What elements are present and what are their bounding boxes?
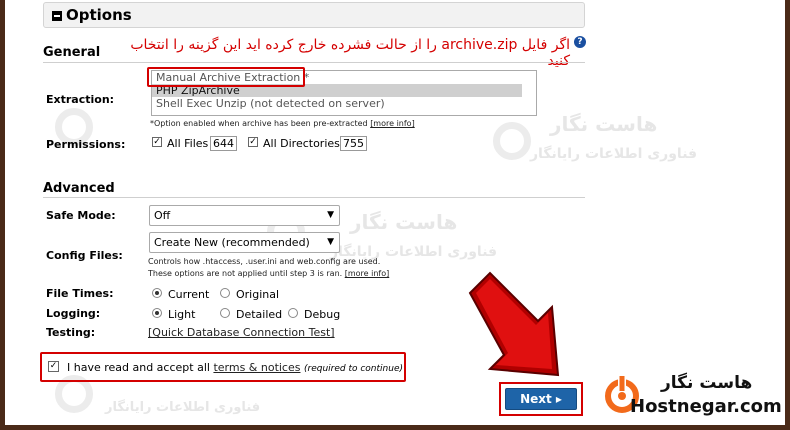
testing-label: Testing: xyxy=(46,326,96,339)
all-directories-label: All Directories xyxy=(263,137,340,150)
next-button-highlight: Next ▸ xyxy=(499,382,583,416)
safe-mode-select[interactable]: Off ▼ xyxy=(149,205,340,226)
config-files-select[interactable]: Create New (recommended) ▼ xyxy=(149,232,340,253)
config-files-note1: Controls how .htaccess, .user.ini and we… xyxy=(148,257,381,266)
advanced-heading: Advanced xyxy=(43,181,115,196)
config-files-value: Create New (recommended) xyxy=(154,236,310,249)
next-button-label: Next xyxy=(520,392,552,406)
brand-name-fa: هاست نگار xyxy=(661,373,753,393)
accept-terms-checkbox[interactable]: ✓ xyxy=(48,361,59,372)
terms-notices-link[interactable]: terms & notices xyxy=(213,361,300,374)
persian-instruction-note: اگر فایل archive.zip را از حالت فشرده خا… xyxy=(130,37,570,69)
file-times-original-label: Original xyxy=(236,288,280,301)
safe-mode-value: Off xyxy=(154,209,171,222)
extraction-option[interactable]: Shell Exec Unzip (not detected on server… xyxy=(152,97,536,110)
config-files-label: Config Files: xyxy=(46,249,123,262)
general-heading: General xyxy=(43,45,101,60)
extraction-note: *Option enabled when archive has been pr… xyxy=(150,119,415,128)
all-files-checkbox[interactable]: ✓ xyxy=(152,137,162,147)
chevron-down-icon: ▼ xyxy=(327,210,334,220)
logging-debug-radio[interactable] xyxy=(288,308,298,318)
help-icon[interactable]: ? xyxy=(574,36,586,48)
options-section-header[interactable]: Options xyxy=(43,2,585,28)
quick-db-test-link[interactable]: [Quick Database Connection Test] xyxy=(148,326,335,339)
safe-mode-label: Safe Mode: xyxy=(46,209,116,222)
accept-terms-label: I have read and accept all terms & notic… xyxy=(67,361,403,374)
all-files-input[interactable]: 644 xyxy=(210,136,237,151)
all-directories-checkbox[interactable]: ✓ xyxy=(248,137,258,147)
chevron-down-icon: ▼ xyxy=(327,237,334,247)
permissions-label: Permissions: xyxy=(46,138,126,151)
highlight-manual-extraction xyxy=(147,67,305,87)
red-arrow-icon xyxy=(468,271,560,377)
config-files-note2: These options are not applied until step… xyxy=(148,269,389,278)
file-times-current-label: Current xyxy=(168,288,210,301)
required-note: (required to continue) xyxy=(303,364,404,374)
accept-terms-text: I have read and accept all xyxy=(67,361,210,374)
next-button[interactable]: Next ▸ xyxy=(505,388,577,410)
logging-detailed-label: Detailed xyxy=(236,308,283,321)
all-files-label: All Files xyxy=(167,137,209,150)
extraction-label: Extraction: xyxy=(46,93,115,106)
watermark-subtext-3: فناوری اطلاعات رایانگار xyxy=(105,400,261,415)
advanced-divider xyxy=(43,197,585,198)
watermark-subtext-1: فناوری اطلاعات رایانگار xyxy=(530,146,698,162)
extraction-more-info-link[interactable]: [more info] xyxy=(370,119,415,128)
logging-detailed-radio[interactable] xyxy=(220,308,230,318)
logging-debug-label: Debug xyxy=(304,308,341,321)
file-times-current-radio[interactable] xyxy=(152,288,162,298)
logging-light-label: Light xyxy=(168,308,196,321)
options-title: Options xyxy=(66,6,132,24)
config-files-note2-text: These options are not applied until step… xyxy=(148,269,343,278)
installer-page: هاست نگار فناوری اطلاعات رایانگار هاست ن… xyxy=(5,0,785,425)
all-directories-input[interactable]: 755 xyxy=(340,136,367,151)
logging-label: Logging: xyxy=(46,307,101,320)
collapse-icon[interactable] xyxy=(52,11,62,21)
logging-light-radio[interactable] xyxy=(152,308,162,318)
file-times-label: File Times: xyxy=(46,287,114,300)
file-times-original-radio[interactable] xyxy=(220,288,230,298)
extraction-note-text: *Option enabled when archive has been pr… xyxy=(150,119,368,128)
brand-name-en: Hostnegar.com xyxy=(630,396,782,417)
general-divider xyxy=(43,62,585,63)
config-files-more-info-link[interactable]: [more info] xyxy=(345,269,390,278)
watermark-text-2: هاست نگار xyxy=(350,210,458,234)
watermark-text-1: هاست نگار xyxy=(550,112,658,136)
watermark-logo-icon xyxy=(493,122,531,160)
